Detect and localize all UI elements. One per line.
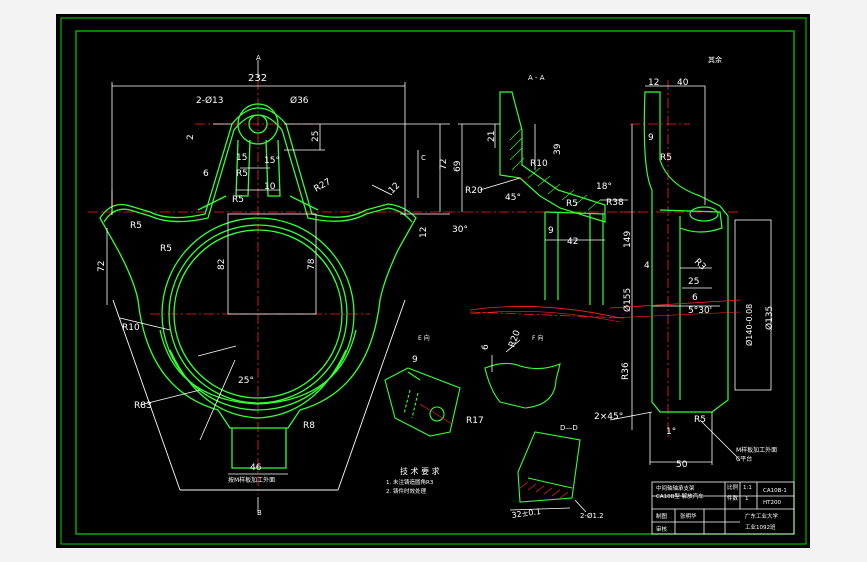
tb-name2: CA10B型 解放汽车 bbox=[656, 492, 704, 500]
tb-scale: 1:1 bbox=[743, 485, 752, 491]
dim-9-mid: 9 bbox=[548, 226, 554, 236]
dim-40: 40 bbox=[677, 78, 689, 88]
dim-50: 50 bbox=[676, 460, 688, 470]
label-section-a-top: A bbox=[256, 54, 261, 62]
dim-phi140: Ø140-0.08 bbox=[744, 304, 754, 346]
dim-holes: 2-Ø13 bbox=[196, 95, 224, 106]
dim-r5-left: R5 bbox=[130, 221, 142, 231]
tech-item-1: 1. 未注铸造圆角R3 bbox=[386, 478, 434, 486]
tb-school: 广东工业大学 bbox=[745, 512, 779, 520]
tb-drawn: 张明华 bbox=[680, 512, 697, 520]
dim-72-right: 72 bbox=[439, 159, 449, 170]
note-left: 按M样板加工外面 bbox=[228, 476, 275, 484]
dim-6-right: 6 bbox=[692, 293, 698, 303]
note-right: M样板加工外面 bbox=[736, 446, 777, 454]
dim-69: 69 bbox=[453, 160, 463, 172]
dim-r36: R36 bbox=[621, 362, 631, 380]
dim-r5-right: R5 bbox=[660, 153, 672, 163]
dim-6: 6 bbox=[203, 169, 209, 179]
dim-12-b: 12 bbox=[419, 227, 429, 238]
tb-qty-label: 件数 bbox=[727, 494, 739, 502]
dim-2: 2 bbox=[186, 134, 196, 140]
dim-82: 82 bbox=[217, 259, 227, 270]
tb-scale-label: 比例 bbox=[727, 483, 739, 491]
tb-qty: 1 bbox=[745, 496, 749, 502]
dim-ang5-30: 5°30' bbox=[688, 306, 712, 316]
dim-ang25: 25° bbox=[238, 376, 254, 386]
dim-10: 10 bbox=[264, 182, 276, 192]
dim-r38: R38 bbox=[606, 198, 624, 208]
dim-r17: R17 bbox=[466, 416, 484, 426]
dim-6-e: 6 bbox=[481, 344, 491, 350]
dim-r5-mid: R5 bbox=[566, 199, 578, 209]
label-view-e: E 向 bbox=[418, 334, 430, 342]
dim-ang1: 1° bbox=[666, 427, 676, 437]
dim-phi135: Ø135 bbox=[764, 306, 775, 330]
tb-drawn-label: 制图 bbox=[656, 512, 668, 520]
dim-r5-bottom: R5 bbox=[694, 415, 706, 425]
dim-ang45: 45° bbox=[505, 193, 521, 203]
dim-r8: R8 bbox=[303, 421, 315, 431]
dim-ang15: 15° bbox=[264, 156, 280, 166]
dim-ang18: 18° bbox=[596, 182, 612, 192]
drawing-canvas: 232 A 2-Ø13 Ø36 25 2 15 15° 6 R5 10 R5 R… bbox=[56, 14, 810, 548]
dim-2phi1-2: 2-Ø1.2 bbox=[580, 512, 604, 520]
dim-15: 15 bbox=[236, 153, 247, 163]
dim-r20: R20 bbox=[465, 186, 483, 196]
dim-39: 39 bbox=[553, 143, 563, 155]
dim-r5-top: R5 bbox=[236, 169, 248, 179]
dim-149: 149 bbox=[623, 231, 633, 248]
dim-25: 25 bbox=[311, 131, 321, 142]
dim-78: 78 bbox=[307, 258, 317, 270]
dim-46: 46 bbox=[250, 463, 262, 473]
dim-9-right: 9 bbox=[648, 133, 654, 143]
roughness-other: 其余 bbox=[708, 55, 722, 64]
dim-r5-inner: R5 bbox=[232, 195, 244, 205]
tb-check-label: 审核 bbox=[656, 525, 668, 533]
tb-class: 工业1092班 bbox=[745, 523, 776, 531]
label-section-c: C bbox=[421, 154, 426, 162]
tb-name1: 中间轴轴承支架 bbox=[656, 484, 695, 492]
label-section-aa: A - A bbox=[528, 74, 545, 82]
tb-material: HT200 bbox=[763, 500, 781, 506]
dim-phi36: Ø36 bbox=[290, 95, 309, 106]
dim-25-right: 25 bbox=[688, 277, 699, 287]
label-section-dd: D—D bbox=[560, 424, 578, 432]
dim-phi155: Ø155 bbox=[622, 288, 633, 312]
tech-title: 技 术 要 求 bbox=[400, 466, 440, 476]
note-right2: C平台 bbox=[736, 455, 752, 463]
dim-9-g: 9 bbox=[412, 355, 418, 365]
dim-ang30: 30° bbox=[452, 225, 468, 235]
dim-4: 4 bbox=[644, 261, 650, 271]
dim-r83: R83 bbox=[134, 401, 152, 411]
dim-r5-left2: R5 bbox=[160, 244, 172, 254]
dim-42: 42 bbox=[567, 237, 578, 247]
dim-12-right: 12 bbox=[648, 78, 659, 88]
dim-chamfer: 2×45° bbox=[594, 412, 623, 422]
dim-r10-mid: R10 bbox=[530, 159, 548, 169]
tb-drawing-no: CA10B-1 bbox=[763, 488, 787, 494]
label-section-b: B bbox=[257, 509, 262, 517]
tech-item-2: 2. 铸件时效处理 bbox=[386, 487, 426, 495]
dim-232: 232 bbox=[248, 73, 267, 84]
dim-72-left: 72 bbox=[97, 261, 107, 272]
dim-21: 21 bbox=[487, 131, 497, 142]
dim-r10: R10 bbox=[122, 323, 140, 333]
label-view-f: F 向 bbox=[532, 334, 543, 342]
